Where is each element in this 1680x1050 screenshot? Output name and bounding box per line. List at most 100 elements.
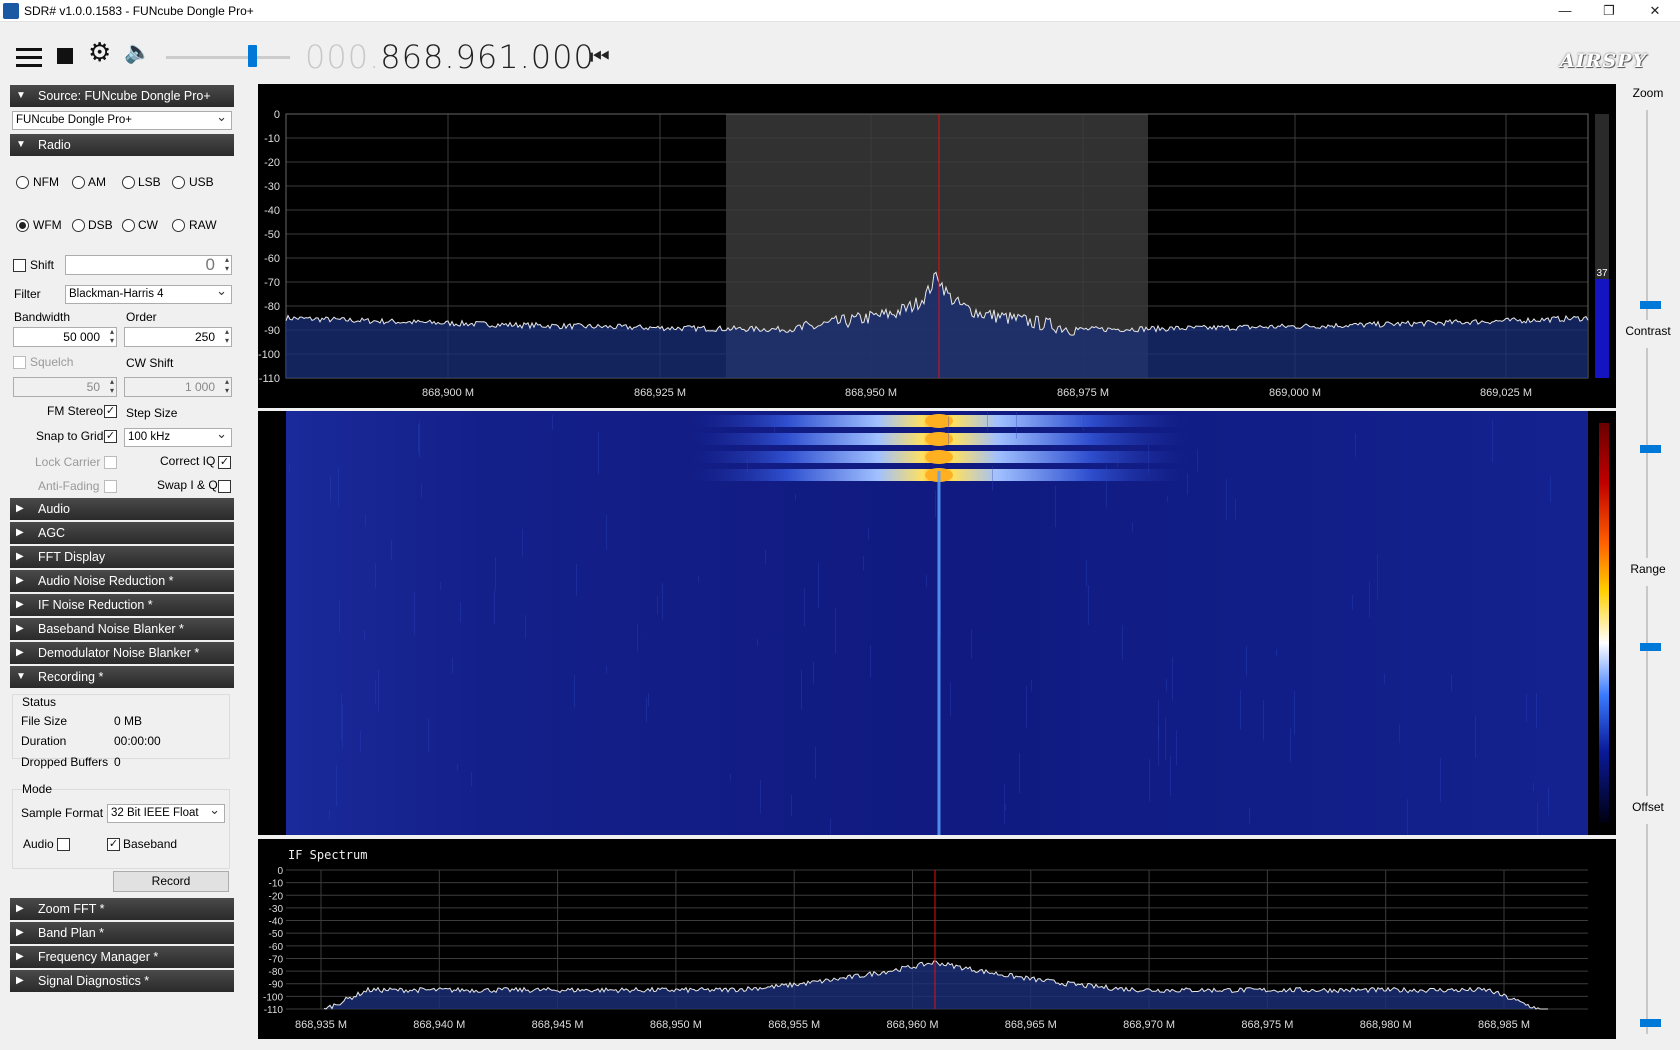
band-plan-panel-header[interactable]: ▶ Band Plan * xyxy=(10,922,234,944)
mode-wfm-radio[interactable] xyxy=(16,219,29,232)
y-tick-label: -100 xyxy=(258,349,280,361)
device-select[interactable]: FUNcube Dongle Pro+ xyxy=(12,111,232,130)
minimize-button[interactable]: — xyxy=(1542,0,1588,22)
audio-panel-header[interactable]: ▶ Audio xyxy=(10,498,234,520)
cw-shift-spinner[interactable]: 1 000 xyxy=(124,377,232,397)
noise-streak xyxy=(868,528,869,540)
contrast-slider-thumb[interactable] xyxy=(1640,445,1661,453)
y-tick-label: -60 xyxy=(264,253,280,265)
noise-streak xyxy=(1536,693,1537,729)
offset-slider[interactable] xyxy=(1646,824,1648,1034)
frequency-leading-zeros[interactable]: 000. xyxy=(305,38,380,76)
noise-streak xyxy=(289,463,290,473)
step-size-select[interactable]: 100 kHz xyxy=(124,428,232,447)
snap-to-grid-checkbox[interactable]: ✓ xyxy=(104,430,117,443)
if-noise-reduction-panel-title: IF Noise Reduction * xyxy=(38,598,153,612)
speaker-icon[interactable]: 🔈 xyxy=(124,40,151,64)
mode-cw-label: CW xyxy=(138,218,158,232)
mode-nfm-radio[interactable] xyxy=(16,176,29,189)
range-slider[interactable] xyxy=(1646,586,1648,796)
if-spectrum-panel[interactable]: IF Spectrum 0 -10 -20 -30 -40 -50 -60 -70 -80 -90-… xyxy=(258,839,1616,1039)
skip-back-icon[interactable]: ⏮ xyxy=(590,44,610,70)
mode-cw-radio[interactable] xyxy=(122,219,135,232)
record-button[interactable]: Record xyxy=(113,871,229,892)
volume-slider[interactable] xyxy=(166,56,290,59)
offset-slider-thumb[interactable] xyxy=(1640,1019,1661,1027)
noise-streak xyxy=(926,575,927,588)
noise-streak xyxy=(598,432,599,475)
level-meter-value: 37 xyxy=(1596,268,1608,279)
recording-panel-header[interactable]: ▼ Recording * xyxy=(10,666,234,688)
noise-streak xyxy=(870,645,871,678)
swap-iq-checkbox[interactable] xyxy=(218,480,231,493)
correct-iq-checkbox[interactable]: ✓ xyxy=(218,456,231,469)
zoom-slider[interactable] xyxy=(1646,110,1648,320)
y-tick-label: -70 xyxy=(264,277,280,289)
close-button[interactable]: ✕ xyxy=(1632,0,1678,22)
mode-usb-radio[interactable] xyxy=(172,176,185,189)
volume-slider-thumb[interactable] xyxy=(248,45,257,67)
spectrum-plot[interactable]: 0 -10 -20 -30 -40 -50 -60 -70 -80 -90 -100 -110 868,… xyxy=(258,84,1616,408)
gear-icon[interactable]: ⚙ xyxy=(88,39,111,65)
source-panel-header[interactable]: ▼ Source: FUNcube Dongle Pro+ xyxy=(10,85,234,107)
lock-carrier-checkbox[interactable] xyxy=(104,456,117,469)
zoom-fft-panel-header[interactable]: ▶ Zoom FFT * xyxy=(10,898,234,920)
noise-streak xyxy=(1290,728,1291,762)
audio-record-checkbox[interactable] xyxy=(57,838,70,851)
dropped-buffers-value: 0 xyxy=(114,755,121,769)
demodulator-noise-blanker-panel-header[interactable]: ▶ Demodulator Noise Blanker * xyxy=(10,642,234,664)
frequency-display[interactable]: 000.868.961.000 xyxy=(305,38,595,76)
fm-stereo-checkbox[interactable]: ✓ xyxy=(104,405,117,418)
noise-streak xyxy=(375,563,376,588)
mode-dsb-radio[interactable] xyxy=(72,219,85,232)
shift-spinner[interactable]: 0 xyxy=(65,255,232,275)
fft-display-panel-header[interactable]: ▶ FFT Display xyxy=(10,546,234,568)
squelch-spinner[interactable]: 50 xyxy=(13,377,117,397)
range-slider-thumb[interactable] xyxy=(1640,643,1661,651)
squelch-checkbox[interactable] xyxy=(13,356,26,369)
anti-fading-checkbox[interactable] xyxy=(104,480,117,493)
mode-am-radio[interactable] xyxy=(72,176,85,189)
mode-lsb-radio[interactable] xyxy=(122,176,135,189)
waterfall-plot[interactable] xyxy=(258,411,1616,865)
noise-streak xyxy=(339,600,340,633)
noise-streak xyxy=(730,774,731,781)
radio-panel-header[interactable]: ▼ Radio xyxy=(10,134,234,156)
restore-button[interactable]: ❐ xyxy=(1586,0,1632,22)
shift-checkbox[interactable] xyxy=(13,259,26,272)
noise-streak xyxy=(1055,486,1056,528)
noise-streak xyxy=(1187,473,1188,495)
order-spinner[interactable]: 250 xyxy=(124,327,232,347)
stop-icon[interactable] xyxy=(57,48,73,64)
mode-raw-radio[interactable] xyxy=(172,219,185,232)
y-tick-label: -110 xyxy=(264,1005,284,1016)
spectrum-analyzer[interactable]: 0 -10 -20 -30 -40 -50 -60 -70 -80 -90 -100 -110 868,… xyxy=(258,84,1616,408)
y-tick-label: -80 xyxy=(264,301,280,313)
bandwidth-spinner[interactable]: 50 000 xyxy=(13,327,117,347)
audio-noise-reduction-panel-header[interactable]: ▶ Audio Noise Reduction * xyxy=(10,570,234,592)
lock-carrier-label: Lock Carrier xyxy=(35,455,101,469)
waterfall-display[interactable] xyxy=(258,411,1616,865)
zoom-slider-thumb[interactable] xyxy=(1640,301,1661,309)
noise-streak xyxy=(375,680,376,704)
if-noise-reduction-panel-header[interactable]: ▶ IF Noise Reduction * xyxy=(10,594,234,616)
filter-select[interactable]: Blackman-Harris 4 xyxy=(65,285,232,304)
baseband-noise-blanker-panel-title: Baseband Noise Blanker * xyxy=(38,622,184,636)
x-tick-label: 868,975 M xyxy=(1241,1019,1293,1031)
frequency-manager-panel-header[interactable]: ▶ Frequency Manager * xyxy=(10,946,234,968)
contrast-slider[interactable] xyxy=(1646,348,1648,558)
noise-streak xyxy=(1019,753,1020,794)
baseband-record-checkbox[interactable]: ✓ xyxy=(107,838,120,851)
if-spectrum-plot[interactable]: IF Spectrum0-10-20-30-40-50-60-70-80-90-… xyxy=(258,839,1616,1039)
noise-streak xyxy=(552,415,553,430)
menu-icon[interactable] xyxy=(16,48,42,72)
baseband-noise-blanker-panel-header[interactable]: ▶ Baseband Noise Blanker * xyxy=(10,618,234,640)
signal-diagnostics-panel-header[interactable]: ▶ Signal Diagnostics * xyxy=(10,970,234,992)
noise-streak xyxy=(637,624,638,652)
frequency-value[interactable]: 868.961.000 xyxy=(380,38,595,76)
mode-lsb-label: LSB xyxy=(138,175,161,189)
noise-streak xyxy=(795,494,796,501)
audio-panel-title: Audio xyxy=(38,502,70,516)
sample-format-select[interactable]: 32 Bit IEEE Float xyxy=(107,804,225,823)
agc-panel-header[interactable]: ▶ AGC xyxy=(10,522,234,544)
